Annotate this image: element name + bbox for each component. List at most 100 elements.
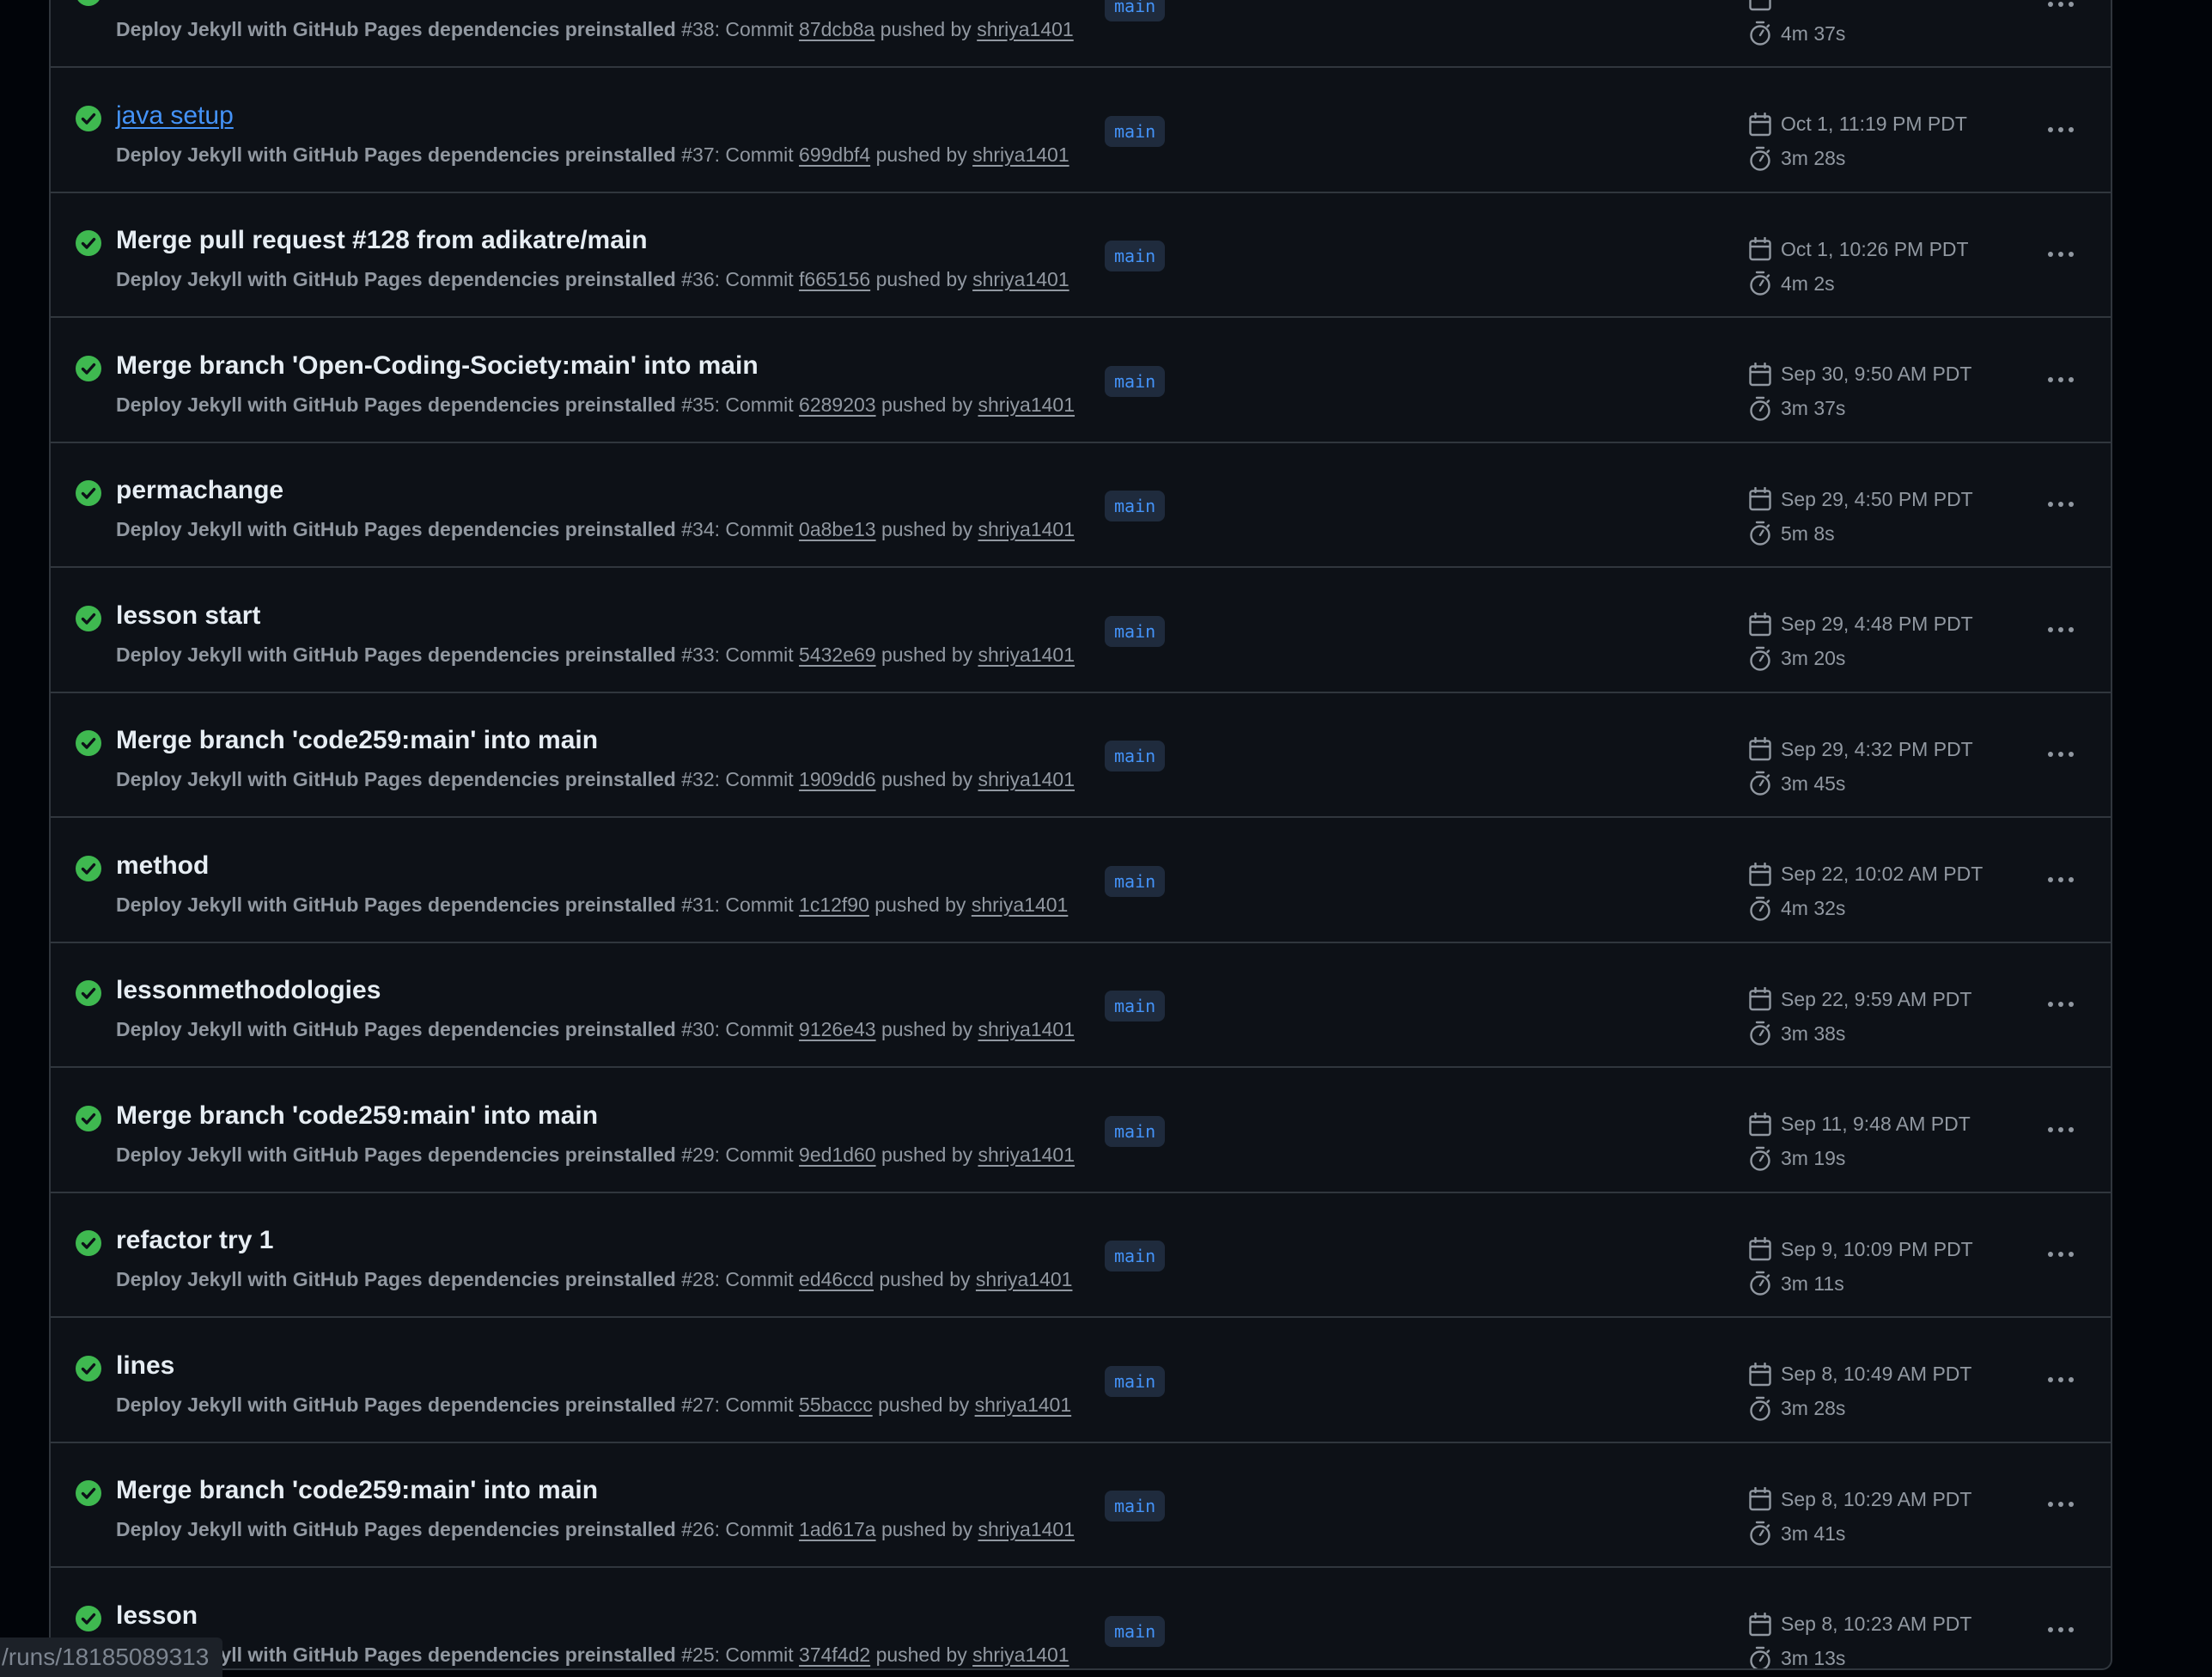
commit-sha-link[interactable]: 87dcb8a <box>799 18 874 40</box>
run-title-link[interactable]: Merge branch 'code259:main' into main <box>116 1101 598 1131</box>
branch-label[interactable]: main <box>1105 615 1166 647</box>
run-date: Sep 9, 10:09 PM PDT <box>1749 1237 1973 1261</box>
commit-sha-link[interactable]: 699dbf4 <box>799 143 870 166</box>
kebab-horizontal-icon[interactable] <box>2041 613 2081 647</box>
workflow-run-row[interactable]: Merge branch 'code259:main' into main Dep… <box>51 1444 2111 1568</box>
kebab-horizontal-icon[interactable] <box>2041 863 2081 897</box>
kebab-horizontal-icon[interactable] <box>2041 1363 2081 1397</box>
commit-sha-link[interactable]: 9ed1d60 <box>799 1143 876 1166</box>
author-link[interactable]: shriya1401 <box>972 893 1069 916</box>
workflow-run-row[interactable]: Deploy Jekyll with GitHub Pages dependen… <box>51 0 2111 68</box>
branch-label[interactable]: main <box>1105 1491 1166 1521</box>
author-link[interactable]: shriya1401 <box>978 393 1076 416</box>
commit-sha-link[interactable]: 374f4d2 <box>799 1643 870 1666</box>
commit-sha-link[interactable]: 0a8be13 <box>799 518 876 540</box>
run-title-link[interactable]: lesson start <box>116 601 260 631</box>
workflow-run-row[interactable]: Merge branch 'code259:main' into main Dep… <box>51 1070 2111 1193</box>
workflow-run-row[interactable]: lesson start Deploy Jekyll with GitHub Pa… <box>51 570 2111 693</box>
workflow-run-row[interactable]: method Deploy Jekyll with GitHub Pages de… <box>51 820 2111 943</box>
pushed-by-label: pushed by <box>878 1393 970 1416</box>
kebab-horizontal-icon[interactable] <box>2041 1113 2081 1147</box>
branch-label[interactable]: main <box>1105 1241 1166 1271</box>
author-link[interactable]: shriya1401 <box>978 768 1076 790</box>
kebab-horizontal-icon[interactable] <box>2041 237 2081 271</box>
run-title-link[interactable]: permachange <box>116 476 283 505</box>
branch-label[interactable]: main <box>1105 115 1166 147</box>
run-number: #38: <box>681 18 721 40</box>
workflow-run-row[interactable]: permachange Deploy Jekyll with GitHub Pag… <box>51 444 2111 568</box>
run-title-link[interactable]: method <box>116 851 209 881</box>
run-duration-text: 3m 28s <box>1781 1397 1846 1419</box>
kebab-horizontal-icon[interactable] <box>2041 113 2081 147</box>
branch-label[interactable]: main <box>1105 1615 1166 1647</box>
branch-label[interactable]: main <box>1105 241 1166 271</box>
author-link[interactable]: shriya1401 <box>977 18 1074 40</box>
kebab-horizontal-icon[interactable] <box>2041 987 2081 1021</box>
branch-label[interactable]: main <box>1105 0 1166 21</box>
run-date: Sep 29, 4:48 PM PDT <box>1749 612 1973 637</box>
success-check-icon <box>76 980 101 1006</box>
calendar-icon <box>1749 112 1781 137</box>
author-link[interactable]: shriya1401 <box>978 1018 1076 1040</box>
run-title-link[interactable]: lesson <box>116 1601 198 1631</box>
workflow-run-row[interactable]: lessonmethodologies Deploy Jekyll with Gi… <box>51 944 2111 1068</box>
calendar-icon <box>1749 987 1781 1011</box>
commit-sha-link[interactable]: f665156 <box>799 268 870 290</box>
branch-label[interactable]: main <box>1105 1115 1166 1147</box>
kebab-horizontal-icon[interactable] <box>2041 1487 2081 1521</box>
stopwatch-icon <box>1749 771 1781 796</box>
author-link[interactable]: shriya1401 <box>978 1143 1076 1166</box>
commit-sha-link[interactable]: 1c12f90 <box>799 893 869 916</box>
run-title-link[interactable]: Merge pull request #128 from adikatre/ma… <box>116 226 648 255</box>
commit-sha-link[interactable]: 1909dd6 <box>799 768 876 790</box>
branch-label[interactable]: main <box>1105 491 1166 521</box>
run-title-link[interactable]: lines <box>116 1351 174 1381</box>
run-duration-text: 3m 37s <box>1781 397 1846 419</box>
workflow-run-row[interactable]: Merge branch 'code259:main' into main Dep… <box>51 694 2111 818</box>
branch-label[interactable]: main <box>1105 1365 1166 1397</box>
run-title-link[interactable]: Merge branch 'code259:main' into main <box>116 726 598 755</box>
branch-label[interactable]: main <box>1105 991 1166 1021</box>
workflow-run-row[interactable]: lesson Deploy Jekyll with GitHub Pages de… <box>51 1570 2111 1668</box>
stopwatch-icon <box>1749 1271 1781 1296</box>
kebab-horizontal-icon[interactable] <box>2041 363 2081 397</box>
branch-label[interactable]: main <box>1105 865 1166 897</box>
workflow-run-row[interactable]: Merge pull request #128 from adikatre/ma… <box>51 194 2111 318</box>
kebab-horizontal-icon[interactable] <box>2041 1237 2081 1271</box>
commit-sha-link[interactable]: 5432e69 <box>799 643 876 666</box>
run-title-link[interactable]: java setup <box>116 101 234 131</box>
run-duration: 3m 20s <box>1749 646 1845 672</box>
run-date: Sep 22, 9:59 AM PDT <box>1749 987 1971 1011</box>
author-link[interactable]: shriya1401 <box>975 1393 1072 1416</box>
run-title-link[interactable]: Merge branch 'code259:main' into main <box>116 1476 598 1505</box>
kebab-horizontal-icon[interactable] <box>2041 1613 2081 1647</box>
commit-label: Commit <box>725 1018 794 1040</box>
commit-label: Commit <box>725 1518 794 1540</box>
commit-sha-link[interactable]: 9126e43 <box>799 1018 876 1040</box>
author-link[interactable]: shriya1401 <box>978 1518 1076 1540</box>
kebab-horizontal-icon[interactable] <box>2041 0 2081 21</box>
workflow-run-row[interactable]: Merge branch 'Open-Coding-Society:main' … <box>51 320 2111 443</box>
commit-sha-link[interactable]: 55baccc <box>799 1393 873 1416</box>
commit-sha-link[interactable]: 1ad617a <box>799 1518 876 1540</box>
author-link[interactable]: shriya1401 <box>976 1268 1073 1290</box>
author-link[interactable]: shriya1401 <box>972 268 1069 290</box>
run-title-link[interactable]: refactor try 1 <box>116 1226 273 1255</box>
branch-label[interactable]: main <box>1105 365 1166 397</box>
branch-label[interactable]: main <box>1105 741 1166 771</box>
author-link[interactable]: shriya1401 <box>972 1643 1069 1666</box>
workflow-name: Deploy Jekyll with GitHub Pages dependen… <box>116 143 676 166</box>
author-link[interactable]: shriya1401 <box>978 518 1076 540</box>
kebab-horizontal-icon[interactable] <box>2041 487 2081 521</box>
commit-sha-link[interactable]: 6289203 <box>799 393 876 416</box>
workflow-run-row[interactable]: java setup Deploy Jekyll with GitHub Page… <box>51 70 2111 193</box>
workflow-run-row[interactable]: lines Deploy Jekyll with GitHub Pages dep… <box>51 1320 2111 1443</box>
kebab-horizontal-icon[interactable] <box>2041 737 2081 771</box>
run-title-link[interactable]: lessonmethodologies <box>116 976 381 1005</box>
author-link[interactable]: shriya1401 <box>972 143 1069 166</box>
commit-sha-link[interactable]: ed46ccd <box>799 1268 874 1290</box>
workflow-run-row[interactable]: refactor try 1 Deploy Jekyll with GitHub … <box>51 1194 2111 1318</box>
run-title-link[interactable]: Merge branch 'Open-Coding-Society:main' … <box>116 351 759 381</box>
run-duration-text: 3m 38s <box>1781 1021 1846 1045</box>
author-link[interactable]: shriya1401 <box>978 643 1076 666</box>
